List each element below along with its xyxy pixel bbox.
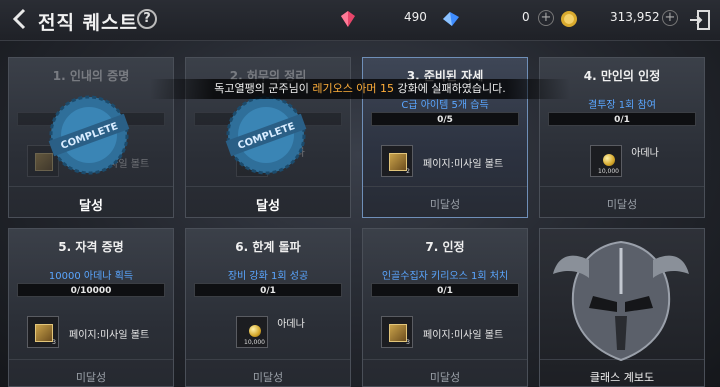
quest-status: 미달성 — [75, 371, 107, 384]
reward-label: 페이지:미사일 볼트 — [69, 330, 150, 341]
quest-status: 미달성 — [606, 198, 638, 211]
reward-count: 2 — [406, 168, 410, 175]
reward-label: 아데나 — [277, 319, 305, 330]
blue-crystal-count: 0 — [522, 10, 530, 24]
progress-text: 0/1 — [614, 115, 630, 125]
progress-text: 0/1 — [437, 286, 453, 296]
reward-label: 페이지:미사일 볼트 — [423, 330, 504, 341]
header-bar: 전직 퀘스트 ? 490 0 + 313,952 + — [0, 0, 720, 41]
progress-text: 0/1 — [260, 286, 276, 296]
quest-status: 미달성 — [429, 371, 461, 384]
toast-item: 레기오스 아머 15 — [312, 82, 395, 95]
progress-text: 0/5 — [437, 115, 453, 125]
reward-count: 10,000 — [598, 168, 619, 175]
page-title: 전직 퀘스트 — [38, 12, 139, 34]
exit-icon[interactable] — [688, 8, 712, 32]
class-tree-label: 클래스 계보도 — [589, 371, 655, 384]
quest-objective: 10000 아데나 획득 — [48, 271, 134, 282]
reward-item-icon: 3 — [27, 316, 59, 348]
quest-card-7[interactable]: 7. 인정 인골수집자 키리오스 1회 처치 0/1 3 페이지:미사일 볼트 … — [362, 228, 528, 387]
add-crystal-button[interactable]: + — [538, 10, 554, 26]
reward-count: 3 — [406, 339, 410, 346]
quest-title: 5. 자격 증명 — [58, 240, 124, 254]
reward-count: 10,000 — [244, 339, 265, 346]
reward-count: 3 — [52, 339, 56, 346]
quest-objective: 인골수집자 키리오스 1회 처치 — [381, 271, 509, 282]
quest-title: 7. 인정 — [425, 240, 465, 254]
blue-crystal-icon — [443, 12, 459, 26]
quest-title: 6. 한계 돌파 — [235, 240, 301, 254]
gold-coin-icon — [561, 11, 577, 27]
reward-coin-icon: 10,000 — [590, 145, 622, 177]
red-gem-count: 490 — [404, 10, 427, 24]
red-gem-icon — [341, 11, 355, 27]
quest-status: 달성 — [79, 199, 103, 214]
quest-card-6[interactable]: 6. 한계 돌파 장비 강화 1회 성공 0/1 10,000 아데나 미달성 — [185, 228, 351, 387]
reward-item-icon: 3 — [381, 316, 413, 348]
toast-suffix: 강화에 실패하였습니다. — [394, 82, 506, 95]
notification-toast: 독고열팽의 군주님이 레기오스 아머 15 강화에 실패하였습니다. — [150, 79, 570, 99]
progress-text: 0/10000 — [70, 286, 112, 296]
complete-stamp-icon: COMPLETE — [48, 95, 130, 175]
quest-title: 1. 인내의 증명 — [52, 69, 130, 83]
reward-label: 아데나 — [631, 148, 659, 159]
toast-prefix: 독고열팽의 군주님이 — [214, 82, 313, 95]
complete-stamp-icon: COMPLETE — [225, 95, 307, 175]
quest-card-5[interactable]: 5. 자격 증명 10000 아데나 획득 0/10000 3 페이지:미사일 … — [8, 228, 174, 387]
quest-objective: 장비 강화 1회 성공 — [227, 271, 309, 282]
quest-status: 달성 — [256, 199, 280, 214]
reward-label: 페이지:미사일 볼트 — [423, 159, 504, 170]
quest-status: 미달성 — [429, 198, 461, 211]
quest-status: 미달성 — [252, 371, 284, 384]
help-button[interactable]: ? — [137, 9, 157, 29]
helmet-icon — [553, 240, 689, 362]
gold-count: 313,952 — [610, 10, 660, 24]
back-arrow-icon[interactable] — [8, 7, 32, 31]
reward-coin-icon: 10,000 — [236, 316, 268, 348]
add-gold-button[interactable]: + — [662, 10, 678, 26]
reward-item-icon: 2 — [381, 145, 413, 177]
